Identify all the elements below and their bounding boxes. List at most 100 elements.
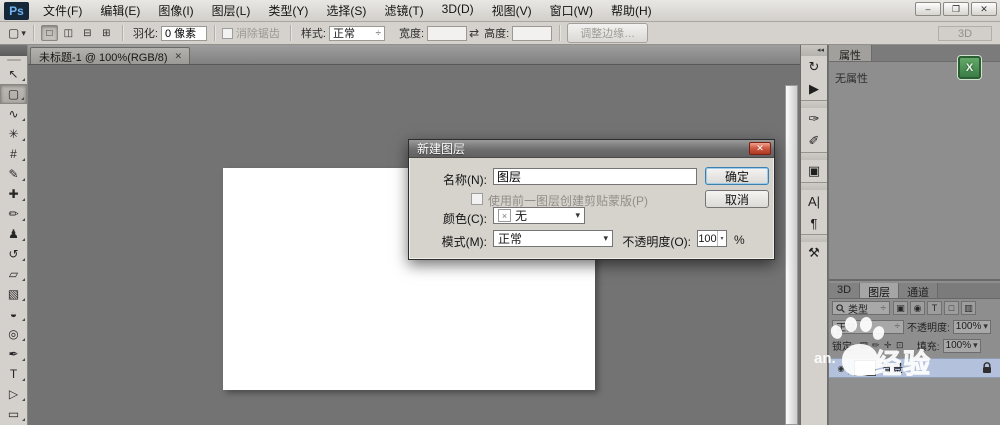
refine-edge-button[interactable]: 调整边缘…	[567, 23, 648, 43]
rectangular-marquee-tool[interactable]: ▢	[0, 84, 27, 104]
clone-stamp-tool[interactable]: ♟	[0, 224, 27, 244]
lock-transparent-icon[interactable]: ▨	[858, 340, 870, 352]
feather-input[interactable]	[161, 26, 207, 41]
menu-item[interactable]: 选择(S)	[317, 0, 375, 22]
layer-name-input[interactable]	[493, 168, 697, 185]
tab-properties[interactable]: 属性	[829, 45, 872, 61]
blur-tool[interactable]: ◒	[0, 304, 27, 324]
filter-smart-objects-icon[interactable]: ▥	[961, 301, 976, 315]
dock-separator[interactable]	[801, 152, 827, 160]
restore-button[interactable]: ❐	[943, 2, 969, 16]
style-select[interactable]: 正常 ÷	[329, 26, 385, 41]
filter-shape-layers-icon[interactable]: □	[944, 301, 959, 315]
lasso-tool[interactable]: ∿	[0, 104, 27, 124]
visibility-eye-icon[interactable]: ◉	[834, 361, 849, 375]
menu-item[interactable]: 类型(Y)	[259, 0, 317, 22]
tab-close-icon[interactable]: ✕	[175, 51, 183, 62]
history-brush-tool[interactable]: ↺	[0, 244, 27, 264]
menu-item[interactable]: 文件(F)	[34, 0, 91, 22]
menu-item[interactable]: 滤镜(T)	[375, 0, 432, 22]
minimize-button[interactable]: –	[915, 2, 941, 16]
close-button[interactable]: ✕	[971, 2, 997, 16]
tool-icon: #	[10, 147, 17, 161]
filter-adjustment-layers-icon[interactable]: ◉	[910, 301, 925, 315]
excel-shortcut-icon[interactable]: X	[958, 56, 981, 79]
healing-brush-tool[interactable]: ✚	[0, 184, 27, 204]
layer-row-background[interactable]: ◉ 背景	[829, 358, 1000, 378]
antialias-checkbox[interactable]	[222, 28, 233, 39]
move-tool[interactable]: ↖	[0, 64, 27, 84]
filter-type-select[interactable]: 类型 ÷	[832, 301, 890, 315]
rectangle-tool[interactable]: ▭	[0, 404, 27, 424]
menu-item[interactable]: 编辑(E)	[91, 0, 149, 22]
dock-separator[interactable]	[801, 234, 827, 242]
menu-item[interactable]: 窗口(W)	[541, 0, 602, 22]
color-select[interactable]: × 无 ▾	[493, 207, 585, 224]
filter-pixel-layers-icon[interactable]: ▣	[893, 301, 908, 315]
tool-icon: ✎	[8, 167, 18, 181]
type-tool[interactable]: T	[0, 364, 27, 384]
width-input[interactable]	[427, 26, 467, 41]
crop-tool[interactable]: #	[0, 144, 27, 164]
dialog-titlebar[interactable]: 新建图层 ✕	[409, 140, 774, 158]
menu-item[interactable]: 视图(V)	[483, 0, 541, 22]
tool-icon: ◎	[8, 327, 18, 341]
height-input[interactable]	[512, 26, 552, 41]
antialias-label: 消除锯齿	[236, 25, 280, 41]
history-panel-icon[interactable]: ↻	[801, 56, 827, 78]
add-selection-button[interactable]: ◫	[60, 25, 77, 41]
eyedropper-tool[interactable]: ✎	[0, 164, 27, 184]
tab-3d[interactable]: 3D	[829, 283, 860, 298]
eraser-tool[interactable]: ▱	[0, 264, 27, 284]
collapse-dock-icon[interactable]: ◂◂	[801, 45, 827, 56]
lock-pixels-icon[interactable]: ✏	[870, 340, 882, 352]
brush-tool[interactable]: ✏	[0, 204, 27, 224]
separator	[33, 25, 34, 41]
menu-item[interactable]: 图像(I)	[149, 0, 202, 22]
tab-channels[interactable]: 通道	[899, 283, 938, 298]
pen-tool[interactable]: ✒	[0, 344, 27, 364]
tools-panel-grip[interactable]	[0, 56, 27, 64]
fill-value-box[interactable]: 100% ▾	[943, 339, 981, 353]
subtract-selection-button[interactable]: ⊟	[79, 25, 96, 41]
quick-selection-tool[interactable]: ✳	[0, 124, 27, 144]
clone-source-panel-icon[interactable]: ▣	[801, 160, 827, 182]
opacity-input[interactable]: 100 ▾	[697, 230, 727, 247]
tab-layers[interactable]: 图层	[860, 283, 899, 298]
new-selection-button[interactable]: □	[41, 25, 58, 41]
blend-mode-select[interactable]: 正常 ÷	[832, 320, 904, 334]
search-icon	[836, 304, 845, 313]
layer-thumbnail[interactable]	[854, 360, 876, 376]
workspace-switcher[interactable]: 3D	[938, 26, 992, 41]
tools-panel-header[interactable]	[0, 45, 27, 56]
dialog-close-button[interactable]: ✕	[749, 142, 771, 155]
gradient-tool[interactable]: ▧	[0, 284, 27, 304]
actions-panel-icon[interactable]: ▶	[801, 78, 827, 100]
dock-separator[interactable]	[801, 100, 827, 108]
dodge-tool[interactable]: ◎	[0, 324, 27, 344]
intersect-selection-button[interactable]: ⊞	[98, 25, 115, 41]
vertical-scrollbar[interactable]	[785, 85, 798, 425]
cancel-button[interactable]: 取消	[705, 190, 769, 208]
dock-separator[interactable]	[801, 182, 827, 190]
crossed-tools-icon[interactable]: ⚒	[801, 242, 827, 264]
path-selection-tool[interactable]: ▷	[0, 384, 27, 404]
brush-presets-panel-icon[interactable]: ✐	[801, 130, 827, 152]
menu-item[interactable]: 帮助(H)	[602, 0, 661, 22]
lock-position-icon[interactable]: ✛	[882, 340, 894, 352]
mode-select[interactable]: 正常 ▾	[493, 230, 613, 247]
ok-button[interactable]: 确定	[705, 167, 769, 185]
brush-panel-icon[interactable]: ✑	[801, 108, 827, 130]
current-tool-icon[interactable]: ▢ ▾	[8, 26, 26, 40]
lock-all-icon[interactable]: ⊡	[894, 340, 906, 352]
character-panel-icon[interactable]: A|	[801, 190, 827, 212]
opacity-value-box[interactable]: 100% ▾	[953, 320, 991, 334]
menu-item[interactable]: 图层(L)	[203, 0, 260, 22]
filter-type-layers-icon[interactable]: T	[927, 301, 942, 315]
new-layer-dialog: 新建图层 ✕ 名称(N): 确定 使用前一图层创建剪贴蒙版(P) 取消 颜色(C…	[408, 139, 775, 260]
clip-mask-checkbox[interactable]	[471, 193, 483, 205]
paragraph-panel-icon[interactable]: ¶	[801, 212, 827, 234]
menu-item[interactable]: 3D(D)	[433, 0, 483, 22]
swap-dimensions-icon[interactable]: ⇄	[469, 26, 479, 40]
document-tab[interactable]: 未标题-1 @ 100%(RGB/8) ✕	[30, 47, 190, 64]
